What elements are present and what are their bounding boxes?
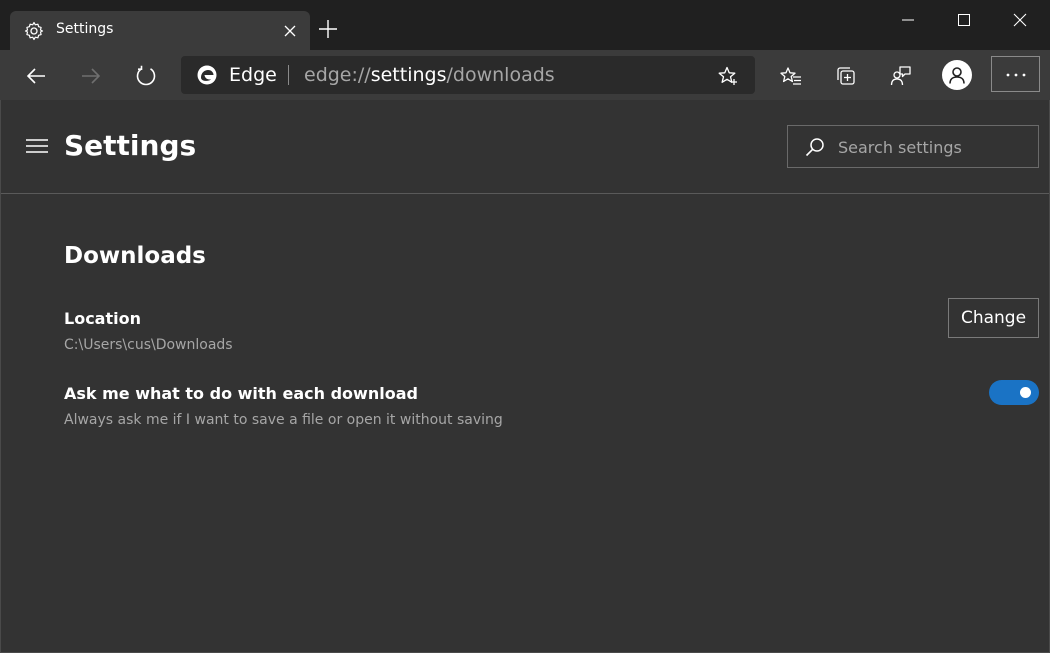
tab-settings[interactable]: Settings <box>10 11 310 50</box>
address-brand: Edge <box>229 64 277 86</box>
gear-icon <box>24 21 44 41</box>
url-host: settings <box>370 64 447 86</box>
toolbar: Edge edge://settings/downloads <box>0 50 1050 100</box>
ask-download-toggle[interactable] <box>989 380 1039 405</box>
tab-strip: Settings <box>0 0 1050 50</box>
change-location-button[interactable]: Change <box>948 298 1039 338</box>
edge-logo-icon <box>197 65 217 85</box>
settings-page: Settings Downloads Location C:\Users\cus… <box>0 100 1050 653</box>
back-button[interactable] <box>20 60 52 92</box>
section-title: Downloads <box>64 243 206 269</box>
favorites-button[interactable] <box>775 60 807 92</box>
search-icon <box>805 138 824 157</box>
search-input[interactable] <box>838 135 1028 159</box>
feedback-button[interactable] <box>885 60 917 92</box>
refresh-icon <box>136 65 156 86</box>
profile-button[interactable] <box>942 60 972 90</box>
url-scheme: edge:// <box>304 64 371 86</box>
window-close-button[interactable] <box>1000 6 1040 34</box>
address-bar[interactable]: Edge edge://settings/downloads <box>181 56 755 94</box>
toggle-knob <box>1020 387 1031 398</box>
close-icon <box>1013 13 1027 27</box>
minimize-button[interactable] <box>888 6 928 34</box>
address-separator <box>288 65 289 85</box>
collections-icon <box>837 67 855 85</box>
maximize-button[interactable] <box>944 6 984 34</box>
close-icon[interactable] <box>280 21 300 41</box>
hamburger-icon[interactable] <box>25 136 49 156</box>
location-label: Location <box>64 309 141 328</box>
tab-title: Settings <box>56 21 114 37</box>
forward-icon <box>82 68 101 84</box>
ask-download-description: Always ask me if I want to save a file o… <box>64 412 503 428</box>
address-url[interactable]: edge://settings/downloads <box>304 64 555 86</box>
favorites-icon <box>780 67 801 85</box>
collections-button[interactable] <box>830 60 862 92</box>
location-value: C:\Users\cus\Downloads <box>64 337 233 353</box>
more-button[interactable] <box>991 56 1040 92</box>
plus-icon[interactable] <box>317 18 339 40</box>
url-path: /downloads <box>446 64 555 86</box>
more-icon <box>1006 73 1026 77</box>
back-icon <box>26 68 45 84</box>
refresh-button[interactable] <box>130 60 162 92</box>
page-header: Settings <box>1 100 1049 194</box>
page-title: Settings <box>64 129 197 162</box>
maximize-icon <box>958 14 970 26</box>
profile-icon <box>949 67 965 84</box>
forward-button[interactable] <box>75 60 107 92</box>
search-box[interactable] <box>787 125 1039 168</box>
minimize-icon <box>902 19 914 21</box>
add-favorite-icon[interactable] <box>717 65 739 87</box>
ask-download-label: Ask me what to do with each download <box>64 384 418 403</box>
feedback-icon <box>890 66 911 86</box>
